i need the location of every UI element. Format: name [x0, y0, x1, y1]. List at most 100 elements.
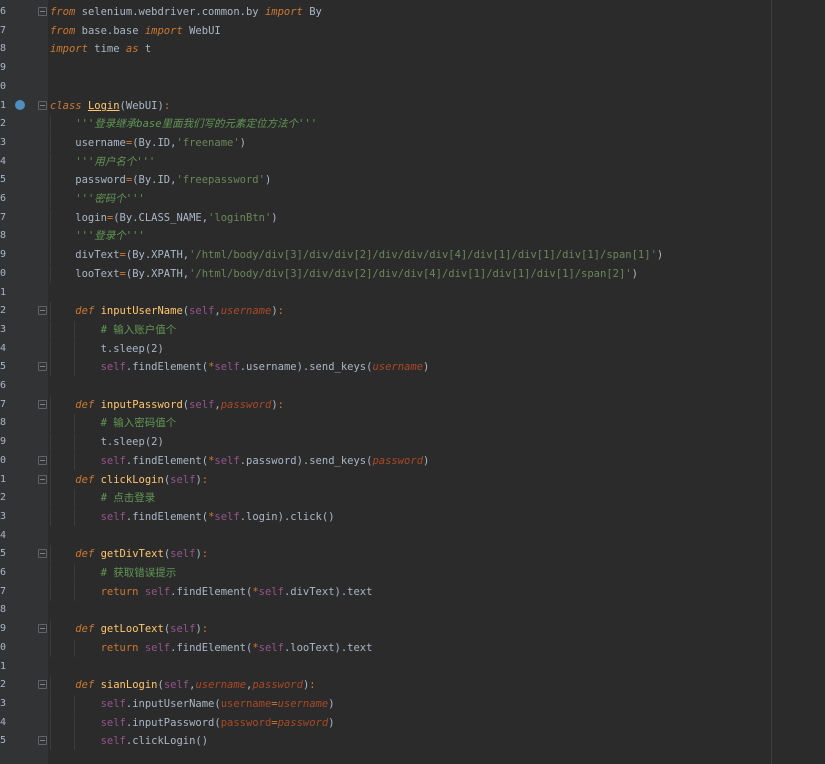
code-text[interactable]: looText=(By.XPATH,'/html/body/div[3]/div…	[50, 265, 638, 283]
fold-marker-icon[interactable]	[38, 624, 47, 634]
code-text[interactable]: login=(By.CLASS_NAME,'loginBtn')	[50, 209, 277, 227]
code-text[interactable]: def getDivText(self):	[50, 545, 208, 563]
code-line[interactable]: 5 def getDivText(self):	[0, 545, 825, 564]
code-text[interactable]: self.findElement(*self.username).send_ke…	[50, 358, 430, 376]
code-text[interactable]: return self.findElement(*self.divText).t…	[50, 583, 373, 601]
code-text[interactable]: self.findElement(*self.login).click()	[50, 508, 335, 526]
code-text[interactable]: def getLooText(self):	[50, 620, 208, 638]
code-line[interactable]: 3 self.findElement(*self.login).click()	[0, 507, 825, 526]
code-line[interactable]: 0 looText=(By.XPATH,'/html/body/div[3]/d…	[0, 264, 825, 283]
code-text[interactable]: '''登录个'''	[50, 227, 144, 245]
code-text[interactable]: class Login(WebUI):	[50, 97, 170, 115]
line-number: 3	[0, 136, 7, 148]
line-number: 8	[0, 43, 7, 55]
code-line[interactable]: 5 self.findElement(*self.username).send_…	[0, 358, 825, 377]
code-line[interactable]: 2 def inputUserName(self,username):	[0, 302, 825, 321]
code-text[interactable]: self.findElement(*self.password).send_ke…	[50, 452, 430, 470]
code-line[interactable]: 2 def sianLogin(self,username,password):	[0, 676, 825, 695]
code-text[interactable]: from base.base import WebUI	[50, 22, 221, 40]
code-line[interactable]: 6	[0, 377, 825, 395]
code-line[interactable]: 3 self.inputUserName(username=username)	[0, 694, 825, 713]
code-text[interactable]: # 输入密码值个	[50, 414, 177, 432]
code-line[interactable]: 6 '''密码个'''	[0, 190, 825, 208]
fold-marker-icon[interactable]	[38, 680, 47, 690]
code-line[interactable]: 3 # 输入账户值个	[0, 320, 825, 339]
code-text[interactable]: '''密码个'''	[50, 190, 144, 208]
fold-marker-icon[interactable]	[38, 736, 47, 746]
line-number: 6	[0, 380, 7, 391]
line-number: 2	[0, 118, 7, 130]
code-text[interactable]: t.sleep(2)	[50, 340, 164, 358]
code-text[interactable]: divText=(By.XPATH,'/html/body/div[3]/div…	[50, 246, 663, 264]
code-line[interactable]: 7 return self.findElement(*self.divText)…	[0, 582, 825, 601]
code-text[interactable]: # 输入账户值个	[50, 321, 177, 339]
code-text[interactable]: def inputUserName(self,username):	[50, 302, 284, 320]
code-text[interactable]: self.clickLogin()	[50, 732, 208, 750]
code-line[interactable]: 8 # 输入密码值个	[0, 414, 825, 433]
line-number: 4	[0, 529, 7, 541]
line-number: 2	[0, 492, 7, 504]
code-line[interactable]: 4 t.sleep(2)	[0, 339, 825, 358]
code-line[interactable]: 6 # 获取错误提示	[0, 564, 825, 582]
override-marker-icon[interactable]	[15, 99, 25, 110]
code-line[interactable]: 9 def getLooText(self):	[0, 620, 825, 639]
code-text[interactable]: self.inputPassword(password=password)	[50, 714, 335, 732]
code-line[interactable]: 2 '''登录继承base里面我们写的元素定位方法个'''	[0, 115, 825, 134]
code-line[interactable]: 4 '''用户名个'''	[0, 152, 825, 171]
code-line[interactable]: 8 import time as t	[0, 40, 825, 58]
code-line[interactable]: 4	[0, 527, 825, 545]
code-line[interactable]: 1 def clickLogin(self):	[0, 470, 825, 489]
fold-marker-icon[interactable]	[38, 362, 47, 372]
code-line[interactable]: 6 from selenium.webdriver.common.by impor…	[0, 3, 825, 21]
code-text[interactable]: def sianLogin(self,username,password):	[50, 676, 315, 694]
code-line[interactable]: 9	[0, 59, 825, 77]
code-text[interactable]: def clickLogin(self):	[50, 471, 208, 489]
code-line[interactable]: 8	[0, 601, 825, 619]
code-line[interactable]: 9 divText=(By.XPATH,'/html/body/div[3]/d…	[0, 246, 825, 265]
code-line[interactable]: 1 class Login(WebUI):	[0, 97, 825, 115]
fold-marker-icon[interactable]	[38, 100, 47, 110]
code-text[interactable]: def inputPassword(self,password):	[50, 396, 284, 414]
code-text[interactable]: t.sleep(2)	[50, 433, 164, 451]
code-line[interactable]: 7 def inputPassword(self,password):	[0, 395, 825, 414]
code-text[interactable]: password=(By.ID,'freepassword')	[50, 171, 271, 189]
code-line[interactable]: 8 '''登录个'''	[0, 227, 825, 246]
code-text[interactable]: import time as t	[50, 40, 151, 58]
code-line[interactable]: 7 login=(By.CLASS_NAME,'loginBtn')	[0, 208, 825, 227]
code-line[interactable]: 0 return self.findElement(*self.looText)…	[0, 638, 825, 657]
code-line[interactable]: 5 self.clickLogin()	[0, 732, 825, 751]
code-line[interactable]: 9 t.sleep(2)	[0, 433, 825, 452]
code-text[interactable]: # 获取错误提示	[50, 564, 177, 582]
code-line[interactable]: 3 username=(By.ID,'freename')	[0, 133, 825, 152]
fold-marker-icon[interactable]	[38, 549, 47, 559]
line-number: 8	[0, 417, 7, 429]
fold-marker-icon[interactable]	[38, 399, 47, 409]
code-editor[interactable]: 6 from selenium.webdriver.common.by impor…	[0, 0, 825, 764]
code-text[interactable]: '''登录继承base里面我们写的元素定位方法个'''	[50, 115, 317, 133]
line-number: 3	[0, 323, 7, 335]
line-number: 2	[0, 679, 7, 691]
code-text[interactable]: '''用户名个'''	[50, 153, 155, 171]
code-line[interactable]: 0	[0, 78, 825, 96]
code-text[interactable]: from selenium.webdriver.common.by import…	[50, 3, 322, 21]
fold-marker-icon[interactable]	[38, 474, 47, 484]
code-text[interactable]: self.inputUserName(username=username)	[50, 695, 335, 713]
line-number: 6	[0, 6, 7, 17]
code-line[interactable]: 0 self.findElement(*self.password).send_…	[0, 451, 825, 470]
code-line[interactable]: 7 from base.base import WebUI	[0, 22, 825, 40]
code-line[interactable]: 2 # 点击登录	[0, 489, 825, 508]
code-text[interactable]: username=(By.ID,'freename')	[50, 134, 246, 152]
code-text[interactable]: # 点击登录	[50, 489, 156, 507]
fold-marker-icon[interactable]	[38, 306, 47, 316]
line-number: 5	[0, 735, 7, 747]
line-number: 0	[0, 267, 7, 279]
line-number: 1	[0, 286, 7, 298]
line-number: 0	[0, 641, 7, 653]
code-line[interactable]: 4 self.inputPassword(password=password)	[0, 713, 825, 732]
code-line[interactable]: 1	[0, 658, 825, 676]
fold-marker-icon[interactable]	[38, 7, 47, 16]
fold-marker-icon[interactable]	[38, 455, 47, 465]
code-line[interactable]: 5 password=(By.ID,'freepassword')	[0, 171, 825, 190]
code-text[interactable]: return self.findElement(*self.looText).t…	[50, 639, 373, 657]
code-line[interactable]: 1	[0, 284, 825, 302]
